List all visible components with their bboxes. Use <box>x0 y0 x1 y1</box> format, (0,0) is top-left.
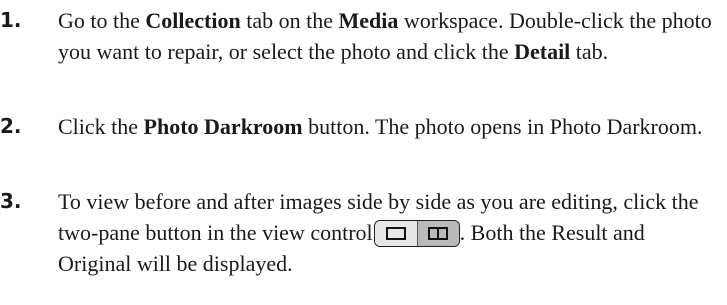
view-control <box>373 220 460 247</box>
two-pane-button[interactable] <box>416 221 459 246</box>
single-pane-button[interactable] <box>374 221 417 246</box>
photo-darkroom-button-label: Photo Darkroom <box>143 114 303 139</box>
two-pane-icon <box>428 227 449 240</box>
text-run: tab on the <box>240 8 339 33</box>
collection-tab-label: Collection <box>145 8 241 33</box>
detail-tab-label: Detail <box>514 39 571 64</box>
media-workspace-label: Media <box>338 8 399 33</box>
step-text: Click the Photo Darkroom button. The pho… <box>58 111 723 142</box>
step-text: To view before and after images side by … <box>58 186 723 279</box>
step-number: 1. <box>0 8 22 32</box>
text-run: button. The photo opens in Photo Darkroo… <box>302 114 703 139</box>
step-number: 3. <box>0 189 22 213</box>
text-run: tab. <box>570 39 609 64</box>
step-number: 2. <box>0 114 22 138</box>
text-run: Click the <box>58 114 144 139</box>
text-run: Go to the <box>58 8 146 33</box>
step-text: Go to the Collection tab on the Media wo… <box>58 5 723 67</box>
single-pane-icon <box>385 227 406 240</box>
